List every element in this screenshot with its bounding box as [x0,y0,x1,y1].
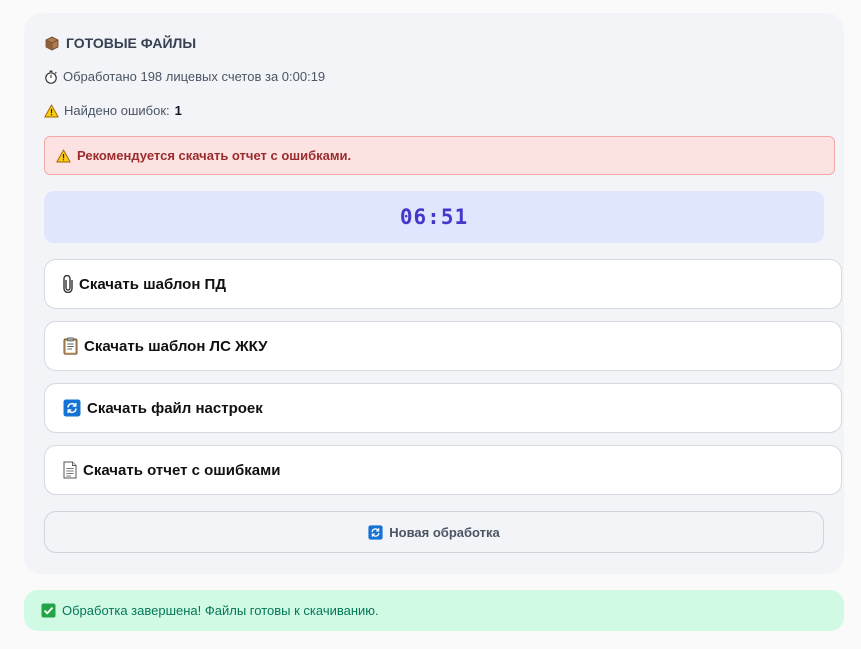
button-label: Скачать шаблон ЛС ЖКУ [84,337,268,355]
clipboard-icon [63,337,78,355]
download-error-report-button[interactable]: Скачать отчет с ошибками [44,445,842,495]
button-label: Скачать отчет с ошибками [83,461,281,479]
results-card: ГОТОВЫЕ ФАЙЛЫ Обработано 198 лицевых сче… [24,13,844,574]
errors-label: Найдено ошибок: [64,103,170,118]
success-text: Обработка завершена! Файлы готовы к скач… [62,603,379,618]
download-pd-template-button[interactable]: Скачать шаблон ПД [44,259,842,309]
new-processing-label: Новая обработка [389,524,500,540]
refresh-icon [368,524,383,540]
paperclip-icon [63,275,73,293]
new-processing-button[interactable]: Новая обработка [44,511,824,553]
warning-icon [56,149,71,163]
button-label: Скачать файл настроек [87,399,263,417]
errors-stat: Найдено ошибок: 1 [44,103,182,118]
processed-stat: Обработано 198 лицевых счетов за 0:00:19 [44,69,325,84]
processed-text: Обработано 198 лицевых счетов за 0:00:19 [63,69,326,84]
refresh-icon [63,399,81,417]
errors-count: 1 [174,103,182,118]
card-title-text: ГОТОВЫЕ ФАЙЛЫ [66,35,197,51]
warning-icon [44,104,59,118]
button-label: Скачать шаблон ПД [79,275,227,293]
error-alert: Рекомендуется скачать отчет с ошибками. [44,136,835,175]
check-icon [41,603,56,618]
download-ls-template-button[interactable]: Скачать шаблон ЛС ЖКУ [44,321,842,371]
alert-text: Рекомендуется скачать отчет с ошибками. [77,148,352,163]
document-icon [63,461,77,479]
download-settings-button[interactable]: Скачать файл настроек [44,383,842,433]
package-icon [44,35,60,51]
timer-value: 06:51 [399,205,469,229]
card-title: ГОТОВЫЕ ФАЙЛЫ [44,35,196,51]
countdown-timer: 06:51 [44,191,824,243]
stopwatch-icon [44,70,58,84]
success-message: Обработка завершена! Файлы готовы к скач… [24,590,844,631]
